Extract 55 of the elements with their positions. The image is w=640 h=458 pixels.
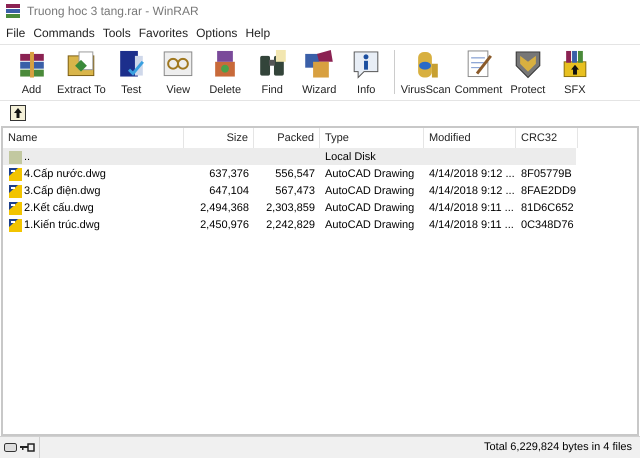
toolbar-button[interactable]: Protect [504, 48, 552, 98]
status-text: Total 6,229,824 bytes in 4 files [483, 440, 633, 456]
menu-item[interactable]: Help [241, 24, 274, 42]
key-icon [20, 443, 35, 452]
menu-item[interactable]: Options [192, 24, 242, 42]
table-cell: 3.Cấp điện.dwg [24, 184, 100, 198]
toolbar-button[interactable]: View [154, 48, 202, 98]
table-cell: 4/14/2018 9:12 ... [429, 166, 515, 180]
toolbar-button[interactable]: Wizard [296, 48, 343, 98]
menu-item[interactable]: Favorites [134, 24, 192, 42]
table-cell: 81D6C652 [521, 200, 574, 214]
toolbar-button[interactable]: Add [8, 48, 55, 98]
table-cell: 8FAE2DD9 [521, 184, 576, 198]
file-icon [9, 184, 23, 198]
table-cell: 2,450,976 [200, 218, 249, 232]
menu-item[interactable]: Commands [29, 24, 99, 42]
table-cell: 8F05779B [521, 166, 572, 180]
file-icon [9, 218, 23, 232]
table-cell: 0C348D76 [521, 218, 574, 232]
menu-item[interactable]: File [2, 24, 30, 42]
toolbar-button[interactable]: Find [248, 48, 296, 98]
toolbar-button[interactable]: Extract To [55, 48, 108, 98]
toolbar-button[interactable]: Comment [452, 48, 504, 98]
table-cell: 4/14/2018 9:11 ... [429, 200, 514, 214]
toolbar-button[interactable]: Test [108, 48, 155, 98]
toolbar-button[interactable]: Delete [202, 48, 249, 98]
table-cell: 4.Cấp nước.dwg [24, 166, 106, 180]
table-cell: 4/14/2018 9:12 ... [429, 184, 515, 198]
table-cell: 647,104 [209, 184, 249, 198]
table-cell: AutoCAD Drawing [325, 166, 414, 180]
table-cell: Local Disk [325, 150, 376, 164]
table-cell: AutoCAD Drawing [325, 184, 414, 198]
table-cell: 2,494,368 [200, 200, 249, 214]
toolbar-button[interactable]: SFX [551, 48, 598, 98]
up-folder-icon[interactable] [10, 104, 26, 120]
window-title: Truong hoc 3 tang.rar - WinRAR [27, 3, 199, 20]
table-cell: 2,242,829 [266, 218, 315, 232]
file-row[interactable]: .. Local Disk [3, 148, 576, 165]
table-cell: .. [24, 150, 30, 164]
table-cell: 4/14/2018 9:11 ... [429, 218, 514, 232]
file-icon [9, 166, 23, 180]
table-cell: AutoCAD Drawing [325, 218, 414, 232]
app-icon [5, 4, 21, 18]
table-cell: 567,473 [275, 184, 315, 198]
table-cell: 1.Kiến trúc.dwg [24, 218, 100, 232]
toolbar-button[interactable]: VirusScan [398, 48, 453, 98]
toolbar-button[interactable]: Info [342, 48, 390, 98]
table-cell: AutoCAD Drawing [325, 200, 414, 214]
drive-icon [4, 443, 17, 452]
table-cell: 637,376 [209, 166, 249, 180]
file-icon [9, 200, 23, 214]
table-cell: 2.Kết cấu.dwg [24, 200, 94, 214]
table-cell: 2,303,859 [266, 200, 315, 214]
menu-item[interactable]: Tools [98, 24, 135, 42]
table-cell: 556,547 [275, 166, 315, 180]
